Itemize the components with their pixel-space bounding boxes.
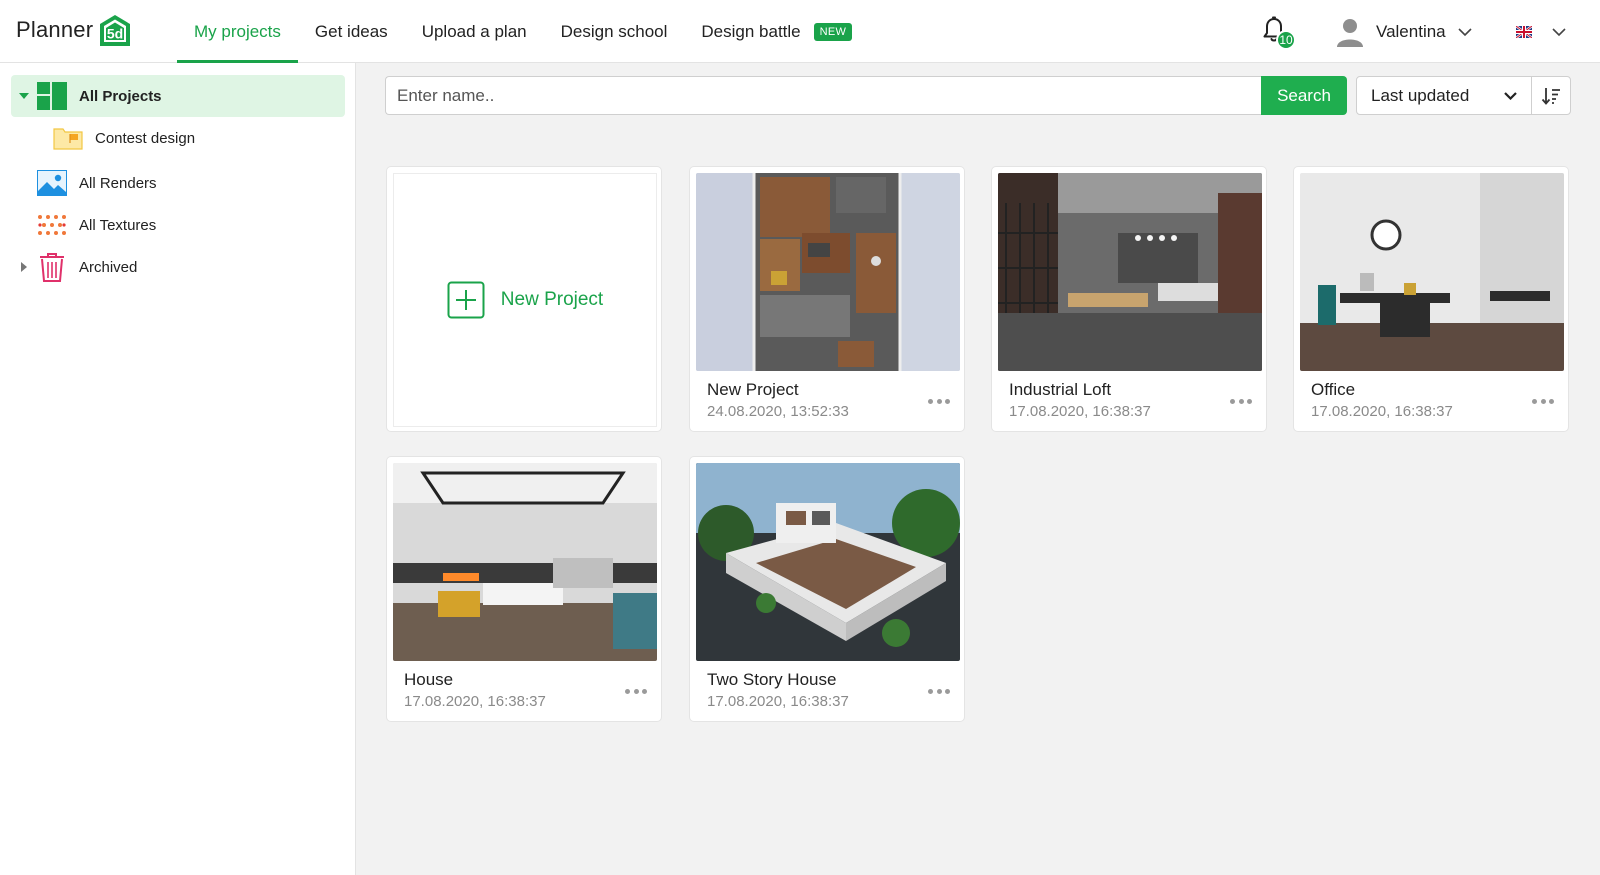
chevron-down-icon bbox=[1504, 91, 1517, 100]
dot bbox=[1532, 398, 1537, 404]
sidebar-item-label: Archived bbox=[79, 258, 138, 276]
dot bbox=[936, 398, 942, 404]
textures-icon bbox=[37, 211, 67, 239]
nav-upload-plan-label: Upload a plan bbox=[421, 21, 527, 41]
dot bbox=[928, 398, 933, 404]
project-card[interactable]: New Project 24.08.2020, 13:52:33 bbox=[689, 166, 965, 432]
top-header: Planner 5d My projects Get ideas Upload … bbox=[0, 0, 1600, 63]
project-name: New Project bbox=[707, 380, 799, 399]
search-input[interactable] bbox=[385, 76, 1261, 115]
dot bbox=[1549, 398, 1554, 404]
dot bbox=[945, 688, 950, 694]
projects-icon bbox=[37, 82, 67, 110]
sidebar-item-label: All Textures bbox=[79, 216, 157, 234]
new-project-card[interactable]: New Project bbox=[386, 166, 662, 432]
sidebar-item-contest-design[interactable]: Contest design bbox=[11, 117, 345, 159]
more-options-button[interactable] bbox=[625, 685, 647, 697]
trash-icon bbox=[37, 253, 67, 282]
nav-design-battle-label: Design battle bbox=[701, 21, 801, 41]
sidebar-item-all-textures[interactable]: All Textures bbox=[11, 204, 345, 246]
nav-my-projects-label: My projects bbox=[194, 21, 281, 41]
planner-logo[interactable]: Planner 5d bbox=[16, 10, 133, 50]
nav-my-projects[interactable]: My projects bbox=[177, 0, 298, 63]
logo-badge-icon: 5d bbox=[97, 12, 133, 48]
nav-get-ideas[interactable]: Get ideas bbox=[298, 0, 405, 63]
new-project-area: New Project bbox=[393, 173, 657, 427]
sort-select[interactable]: Last updated bbox=[1356, 76, 1532, 115]
dot bbox=[1540, 398, 1546, 404]
main-nav: My projects Get ideas Upload a plan Desi… bbox=[177, 0, 869, 63]
sort-select-value: Last updated bbox=[1371, 85, 1470, 105]
caret-down-icon[interactable] bbox=[11, 93, 37, 99]
notification-count-badge: 10 bbox=[1276, 30, 1296, 50]
dot bbox=[1247, 398, 1252, 404]
chevron-down-icon bbox=[1458, 27, 1472, 36]
dot bbox=[1230, 398, 1235, 404]
sort-direction-button[interactable] bbox=[1531, 76, 1571, 115]
sidebar-item-archived[interactable]: Archived bbox=[11, 246, 345, 288]
sidebar-item-label: Contest design bbox=[95, 129, 196, 147]
dot bbox=[936, 688, 942, 694]
project-card[interactable]: Two Story House 17.08.2020, 16:38:37 bbox=[689, 456, 965, 722]
sidebar-item-all-renders[interactable]: All Renders bbox=[11, 162, 345, 204]
avatar-icon bbox=[1337, 19, 1363, 47]
plus-square-icon bbox=[447, 281, 485, 319]
sidebar-item-label: All Projects bbox=[79, 87, 162, 105]
dot bbox=[945, 398, 950, 404]
language-selector[interactable] bbox=[1516, 22, 1566, 42]
more-options-button[interactable] bbox=[1532, 395, 1554, 407]
dot bbox=[1238, 398, 1244, 404]
project-thumbnail bbox=[696, 463, 960, 661]
dot bbox=[642, 688, 647, 694]
sidebar-item-label: All Renders bbox=[79, 174, 157, 192]
logo-text: Planner bbox=[16, 17, 94, 42]
project-thumbnail bbox=[393, 463, 657, 661]
project-name: Industrial Loft bbox=[1009, 380, 1112, 399]
caret-right-icon[interactable] bbox=[11, 262, 37, 272]
more-options-button[interactable] bbox=[928, 395, 950, 407]
project-thumbnail bbox=[998, 173, 1262, 371]
sort-descending-icon bbox=[1541, 87, 1560, 105]
dot bbox=[633, 688, 639, 694]
folder-flag-icon bbox=[53, 124, 83, 152]
image-icon bbox=[37, 169, 67, 197]
project-thumbnail bbox=[696, 173, 960, 371]
user-menu[interactable]: Valentina bbox=[1336, 16, 1472, 48]
project-card[interactable]: Industrial Loft 17.08.2020, 16:38:37 bbox=[991, 166, 1267, 432]
sidebar-item-all-projects[interactable]: All Projects bbox=[11, 75, 345, 117]
nav-design-school-label: Design school bbox=[560, 21, 668, 41]
nav-upload-plan[interactable]: Upload a plan bbox=[405, 0, 544, 63]
dot bbox=[625, 688, 630, 694]
search-button[interactable]: Search bbox=[1261, 76, 1347, 115]
project-name: House bbox=[404, 670, 454, 689]
more-options-button[interactable] bbox=[928, 685, 950, 697]
notifications-button[interactable]: 10 bbox=[1262, 16, 1296, 50]
project-thumbnail bbox=[1300, 173, 1564, 371]
logo-badge-text: 5d bbox=[107, 26, 123, 42]
new-project-label: New Project bbox=[500, 289, 604, 310]
more-options-button[interactable] bbox=[1230, 395, 1252, 407]
project-date: 17.08.2020, 16:38:37 bbox=[1311, 403, 1453, 420]
project-card[interactable]: House 17.08.2020, 16:38:37 bbox=[386, 456, 662, 722]
project-date: 17.08.2020, 16:38:37 bbox=[404, 693, 546, 710]
sidebar: All Projects Contest design All Renders bbox=[0, 63, 356, 875]
chevron-down-icon bbox=[1552, 27, 1566, 36]
nav-design-school[interactable]: Design school bbox=[544, 0, 685, 63]
project-date: 17.08.2020, 16:38:37 bbox=[1009, 403, 1151, 420]
nav-get-ideas-label: Get ideas bbox=[314, 21, 388, 41]
user-name: Valentina bbox=[1376, 22, 1446, 41]
new-badge: NEW bbox=[813, 22, 853, 41]
project-name: Two Story House bbox=[707, 670, 837, 689]
dot bbox=[928, 688, 933, 694]
project-date: 17.08.2020, 16:38:37 bbox=[707, 693, 849, 710]
project-date: 24.08.2020, 13:52:33 bbox=[707, 403, 849, 420]
uk-flag-icon bbox=[1516, 26, 1532, 38]
project-card[interactable]: Office 17.08.2020, 16:38:37 bbox=[1293, 166, 1569, 432]
project-name: Office bbox=[1311, 380, 1356, 399]
nav-design-battle[interactable]: Design battle NEW bbox=[684, 0, 869, 63]
